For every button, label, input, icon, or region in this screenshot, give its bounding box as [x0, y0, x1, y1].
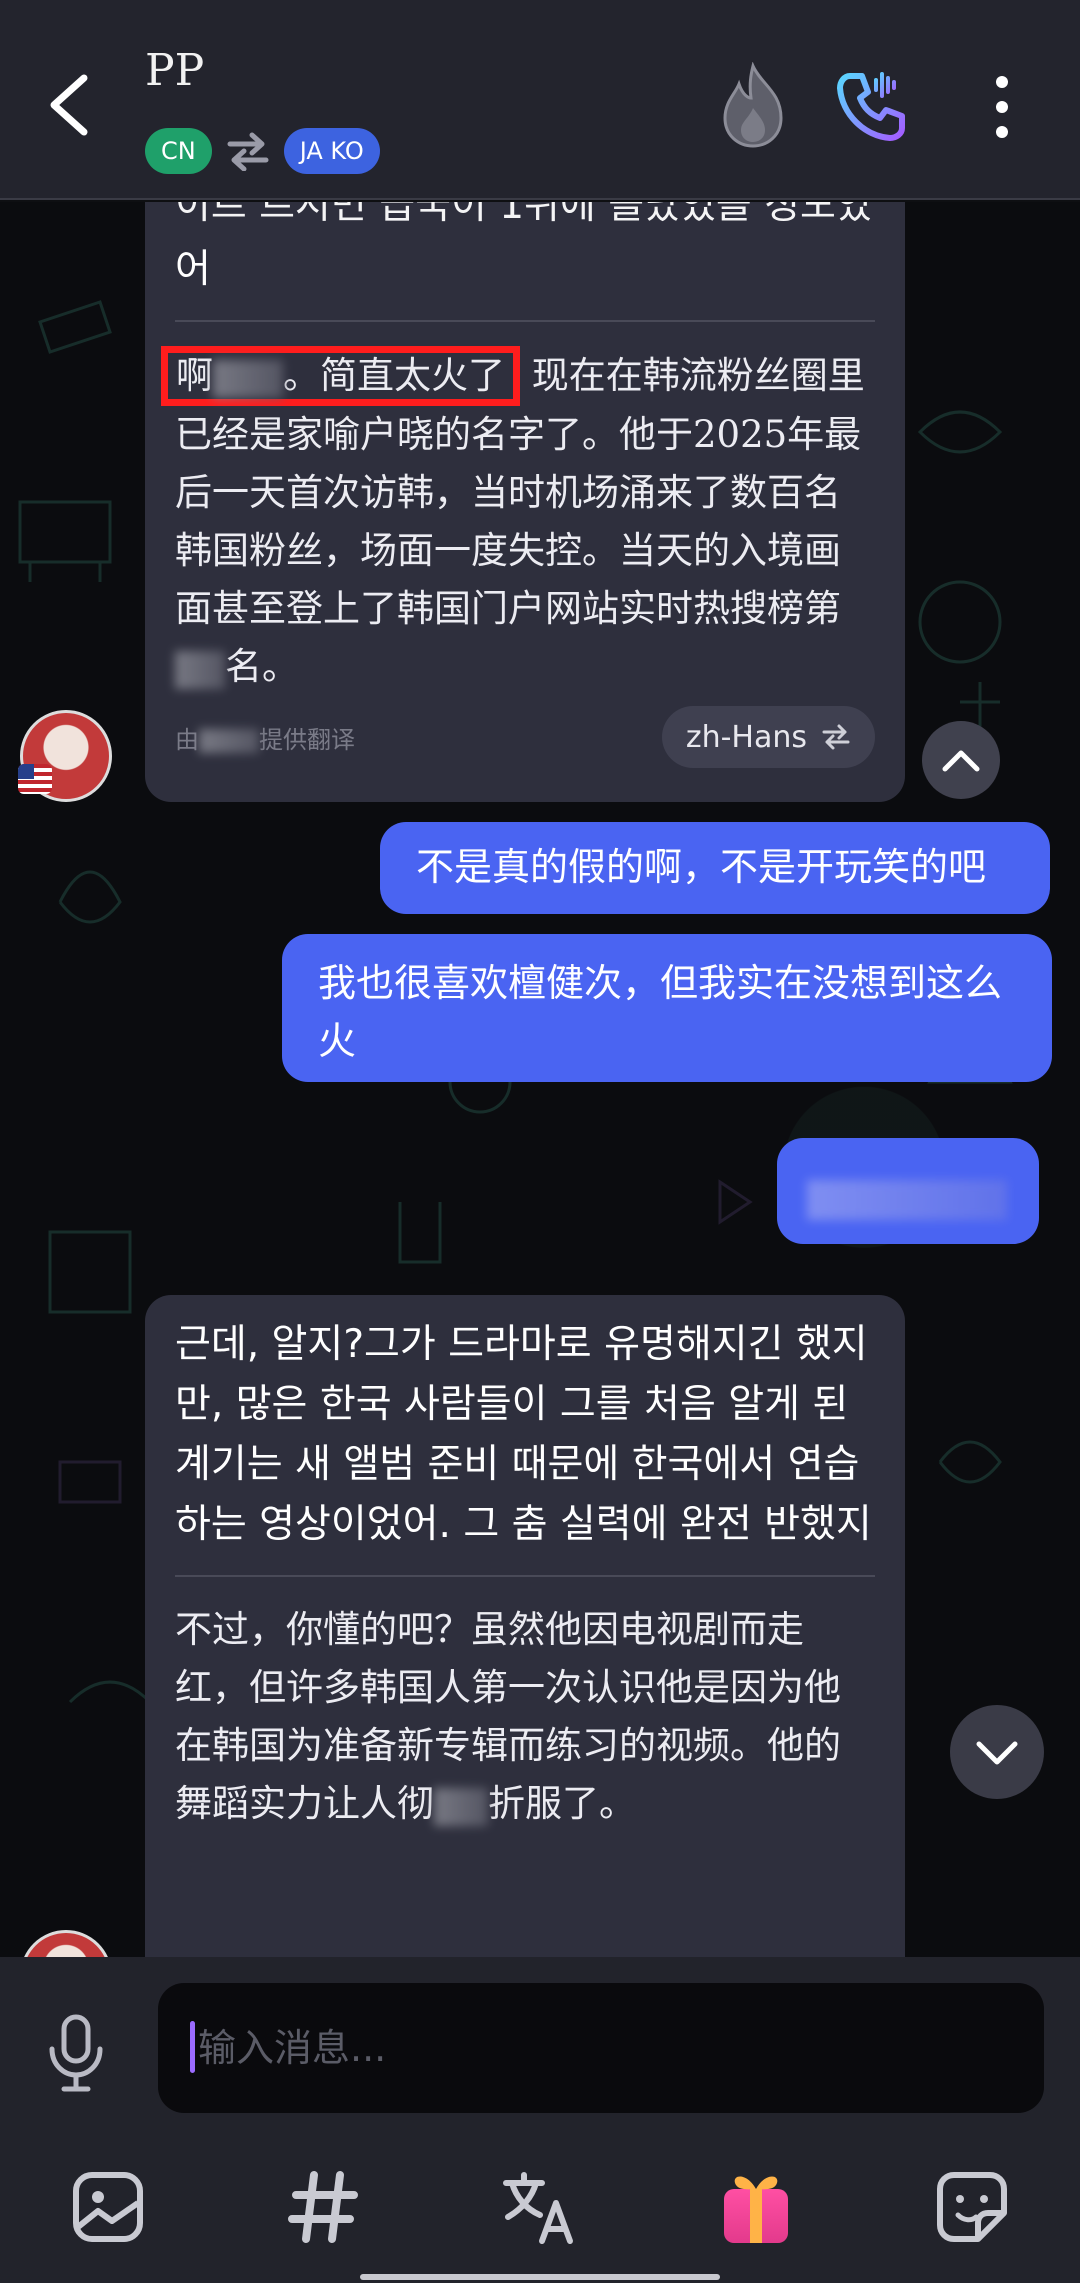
image-icon[interactable] — [68, 2167, 148, 2247]
incoming-message[interactable]: 이르 르시먼 급국이 1위에 올났었을 정도였 어 啊。简直太火了 现在在韩流粉… — [145, 202, 905, 802]
swap-icon[interactable] — [226, 131, 270, 171]
translation-divider — [175, 1575, 875, 1577]
language-pair[interactable]: CN JA KO — [145, 128, 380, 174]
blurred-text — [199, 728, 259, 753]
incoming-message[interactable]: 근데, 알지?그가 드라마로 유명해지긴 했지만, 많은 한국 사람들이 그를 … — [145, 1295, 905, 1957]
composer — [0, 1957, 1080, 2127]
blurred-text — [213, 359, 283, 398]
translated-text: 啊。简直太火了 现在在韩流粉丝圈里已经是家喻户晓的名字了。他于2025年最后一天… — [161, 346, 875, 696]
call-icon[interactable] — [832, 66, 912, 146]
chevron-up-icon — [942, 750, 980, 772]
translation-footer: 由提供翻译 zh-Hans — [175, 706, 875, 768]
more-icon[interactable] — [980, 72, 1024, 142]
message-list[interactable]: 이르 르시먼 급국이 1위에 올났었을 정도였 어 啊。简直太火了 现在在韩流粉… — [0, 202, 1080, 1957]
home-indicator[interactable] — [360, 2274, 720, 2280]
translation-divider — [175, 320, 875, 322]
original-text: 이르 르시먼 급국이 1위에 올났었을 정도였 — [175, 202, 872, 228]
outgoing-message[interactable] — [777, 1138, 1039, 1244]
hashtag-icon[interactable] — [284, 2167, 364, 2247]
us-flag-icon — [18, 764, 52, 794]
message-input[interactable] — [158, 1983, 1044, 2113]
outgoing-message[interactable]: 我也很喜欢檀健次，但我实在没想到这么火 — [282, 934, 1052, 1082]
target-language-badge[interactable]: JA KO — [283, 128, 380, 174]
collapse-button[interactable] — [922, 721, 1000, 799]
text-caret — [190, 2021, 195, 2073]
bottom-toolbar — [0, 2127, 1080, 2283]
translate-icon[interactable] — [500, 2167, 580, 2247]
original-text: 근데, 알지?그가 드라마로 유명해지긴 했지만, 많은 한국 사람들이 그를 … — [175, 1322, 872, 1547]
outgoing-message[interactable]: 不是真的假的啊，不是开玩笑的吧 — [380, 822, 1050, 914]
source-language-badge[interactable]: CN — [145, 128, 212, 174]
highlight-box: 啊。简直太火了 — [161, 346, 520, 406]
translation-provider: 由提供翻译 — [175, 725, 355, 754]
blurred-text — [175, 650, 225, 689]
back-icon[interactable] — [40, 70, 100, 140]
gift-icon[interactable] — [716, 2167, 796, 2247]
translation-language-chip[interactable]: zh-Hans — [661, 706, 875, 768]
blurred-text — [807, 1179, 1007, 1220]
flame-icon[interactable] — [715, 62, 791, 150]
translated-text: 不过，你懂的吧？虽然他因电视剧而走红，但许多韩国人第一次认识他是因为他在韩国为准… — [175, 1608, 841, 1826]
chat-header: PP CN JA KO — [0, 0, 1080, 200]
original-text-end: 어 — [175, 247, 211, 292]
scroll-down-button[interactable] — [950, 1705, 1044, 1799]
chevron-down-icon — [976, 1741, 1018, 1765]
blurred-text — [434, 1787, 488, 1826]
contact-name[interactable]: PP — [145, 45, 204, 96]
microphone-icon[interactable] — [44, 2013, 108, 2093]
swap-icon — [822, 724, 850, 750]
sticker-icon[interactable] — [932, 2167, 1012, 2247]
